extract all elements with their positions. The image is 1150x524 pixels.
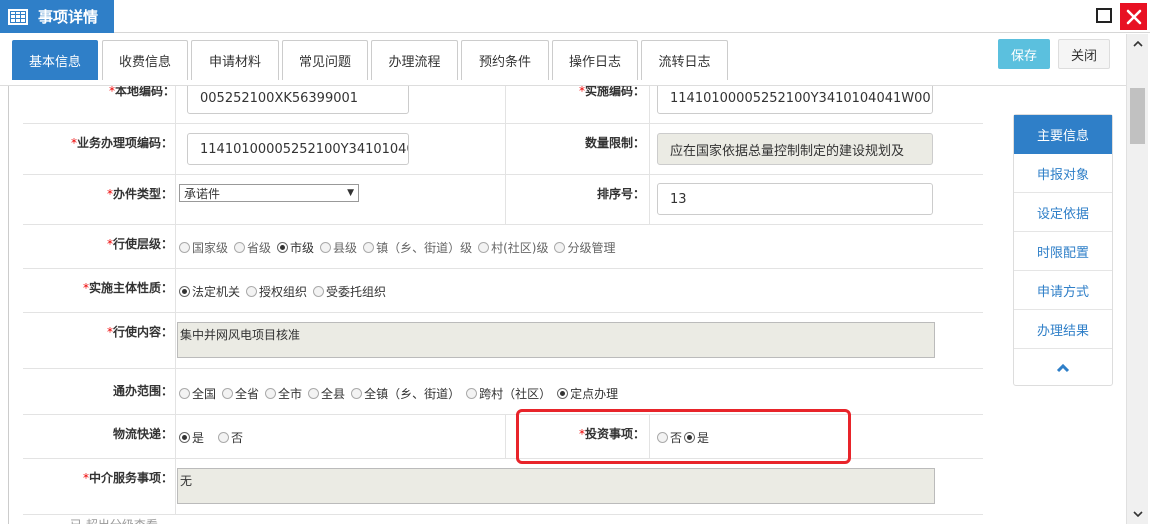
form-row: *办件类型： 承诺件 ▼ 排序号： 13	[23, 175, 983, 225]
tab-transfer-log[interactable]: 流转日志	[641, 40, 728, 80]
subject-nature-label: 实施主体性质：	[88, 281, 173, 295]
tab-booking[interactable]: 预约条件	[461, 40, 549, 80]
content-label: 行使内容：	[112, 325, 173, 339]
level-label: 行使层级：	[112, 237, 173, 251]
side-nav: 主要信息 申报对象 设定依据 时限配置 申请方式 办理结果	[1013, 114, 1113, 386]
side-nav-basis[interactable]: 设定依据	[1014, 193, 1112, 232]
scroll-up-icon[interactable]	[1127, 36, 1149, 52]
level-radio[interactable]: 市级	[277, 239, 314, 256]
impl-code-input[interactable]: 11410100005252100Y3410104041W00	[657, 86, 933, 114]
form-row: *中介服务事项： 无	[23, 459, 983, 515]
local-code-label: 本地编码：	[114, 86, 175, 98]
scope-radio[interactable]: 跨村（社区）	[466, 385, 551, 402]
side-nav-result[interactable]: 办理结果	[1014, 310, 1112, 349]
side-nav-main-info[interactable]: 主要信息	[1014, 115, 1112, 154]
dropdown-arrow-icon: ▼	[347, 188, 354, 198]
scope-radio[interactable]: 全国	[179, 385, 216, 402]
logistics-radio-group: 是 否	[179, 429, 249, 446]
case-type-select[interactable]: 承诺件 ▼	[179, 184, 359, 202]
intermediary-label: 中介服务事项：	[88, 471, 173, 485]
close-button[interactable]: 关闭	[1058, 39, 1110, 69]
scope-radio[interactable]: 全县	[308, 385, 345, 402]
window-titlebar: 事项详情	[0, 0, 1150, 33]
tab-process[interactable]: 办理流程	[371, 40, 458, 80]
scope-label: 通办范围：	[112, 384, 173, 398]
grid-icon	[8, 8, 28, 25]
form-panel: *本地编码： 005252100XK56399001 *实施编码： 114101…	[8, 86, 1002, 524]
sort-no-input[interactable]: 13	[657, 183, 933, 215]
window-title: 事项详情	[38, 8, 99, 26]
subject-nature-radio-group: 法定机关 授权组织 受委托组织	[179, 283, 392, 300]
form-row: *本地编码： 005252100XK56399001 *实施编码： 114101…	[23, 86, 983, 124]
quantity-limit-label: 数量限制：	[584, 136, 645, 150]
level-radio[interactable]: 省级	[234, 239, 271, 256]
side-nav-time-limit[interactable]: 时限配置	[1014, 232, 1112, 271]
side-nav-applicant[interactable]: 申报对象	[1014, 154, 1112, 193]
subject-nature-radio[interactable]: 法定机关	[179, 283, 240, 300]
logistics-radio-no[interactable]: 否	[218, 429, 243, 446]
logistics-radio-yes[interactable]: 是	[179, 429, 204, 446]
sort-no-label: 排序号：	[596, 187, 645, 201]
tab-basic-info[interactable]: 基本信息	[12, 40, 98, 80]
level-radio[interactable]: 国家级	[179, 239, 228, 256]
close-window-button[interactable]	[1120, 3, 1147, 30]
case-type-label: 办件类型：	[112, 187, 173, 201]
tab-operation-log[interactable]: 操作日志	[552, 40, 638, 80]
maximize-button[interactable]	[1096, 8, 1112, 23]
close-icon	[1126, 9, 1141, 24]
scrollbar-thumb[interactable]	[1130, 88, 1145, 144]
side-nav-apply-method[interactable]: 申请方式	[1014, 271, 1112, 310]
chevron-up-icon	[1056, 363, 1070, 373]
back-to-top-button[interactable]	[1014, 349, 1112, 387]
biz-code-input[interactable]: 11410100005252100Y34101040	[187, 133, 409, 165]
level-radio[interactable]: 镇（乡、街道）级	[363, 239, 472, 256]
scope-radio[interactable]: 全省	[222, 385, 259, 402]
scope-radio[interactable]: 定点办理	[557, 385, 618, 402]
level-radio[interactable]: 分级管理	[554, 239, 615, 256]
form-row: *行使内容： 集中并网风电项目核准	[23, 313, 983, 369]
level-radio[interactable]: 村(社区)级	[478, 239, 548, 256]
tab-faq[interactable]: 常见问题	[282, 40, 368, 80]
biz-code-label: 业务办理项编码：	[76, 136, 173, 150]
tab-fee-info[interactable]: 收费信息	[102, 40, 188, 80]
save-button[interactable]: 保存	[998, 39, 1050, 69]
content-textarea[interactable]: 集中并网风电项目核准	[177, 322, 935, 358]
subject-nature-radio[interactable]: 受委托组织	[313, 283, 386, 300]
logistics-label: 物流快递：	[112, 427, 173, 441]
local-code-input[interactable]: 005252100XK56399001	[187, 86, 409, 114]
case-type-value: 承诺件	[184, 186, 221, 201]
scroll-down-icon[interactable]	[1127, 506, 1149, 522]
tab-materials[interactable]: 申请材料	[191, 40, 279, 80]
form-row: *业务办理项编码： 11410100005252100Y34101040 数量限…	[23, 124, 983, 175]
impl-code-label: 实施编码：	[584, 86, 645, 98]
tab-bar: 基本信息 收费信息 申请材料 常见问题 办理流程 预约条件 操作日志 流转日志 …	[0, 34, 1130, 86]
form-row: *实施主体性质： 法定机关 授权组织 受委托组织	[23, 269, 983, 313]
scrollbar[interactable]	[1126, 34, 1148, 524]
subject-nature-radio[interactable]: 授权组织	[246, 283, 307, 300]
form-row: *行使层级： 国家级 省级 市级 县级 镇（乡、街道）级 村(社区)级 分级管理	[23, 225, 983, 269]
level-radio[interactable]: 县级	[320, 239, 357, 256]
intermediary-textarea[interactable]: 无	[177, 468, 935, 504]
scope-radio-group: 全国 全省 全市 全县 全镇（乡、街道） 跨村（社区） 定点办理	[179, 385, 624, 402]
scope-radio[interactable]: 全镇（乡、街道）	[351, 385, 460, 402]
highlight-box	[516, 409, 851, 464]
bottom-hint: 已 超出分级查看	[70, 516, 158, 524]
quantity-limit-input[interactable]: 应在国家依据总量控制制定的建设规划及	[657, 133, 933, 165]
scope-radio[interactable]: 全市	[265, 385, 302, 402]
level-radio-group: 国家级 省级 市级 县级 镇（乡、街道）级 村(社区)级 分级管理	[179, 239, 621, 256]
window-title-tab: 事项详情	[0, 0, 114, 33]
